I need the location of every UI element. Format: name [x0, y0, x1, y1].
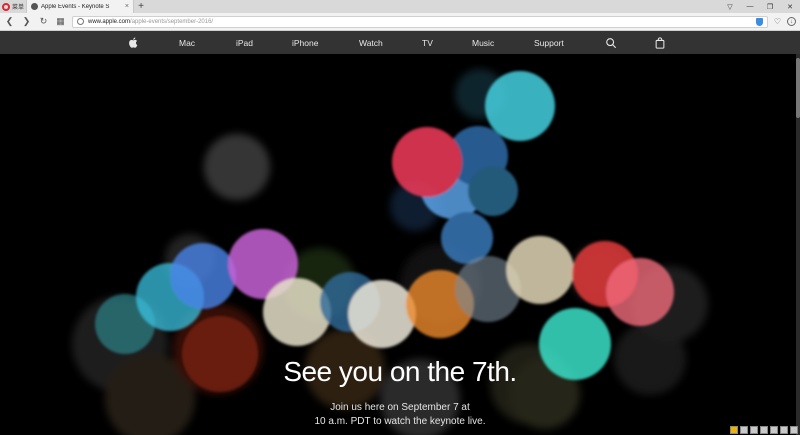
- apple-logo-icon: [129, 37, 138, 48]
- tab-close-icon[interactable]: ×: [125, 3, 129, 10]
- status-icon-7[interactable]: [790, 426, 798, 434]
- status-icon-3[interactable]: [750, 426, 758, 434]
- nav-item-support[interactable]: Support: [534, 31, 564, 54]
- status-icon-4[interactable]: [760, 426, 768, 434]
- maximize-button[interactable]: ❐: [760, 0, 780, 13]
- apple-global-nav: Mac iPad iPhone Watch TV Music Support: [0, 31, 800, 54]
- hero-section: See you on the 7th. Join us here on Sept…: [0, 54, 800, 435]
- apple-logo-link[interactable]: [128, 31, 138, 54]
- nav-item-tv[interactable]: TV: [422, 31, 433, 54]
- forward-arrow-icon[interactable]: ❯: [21, 16, 32, 27]
- search-icon[interactable]: [605, 31, 617, 54]
- hero-headline: See you on the 7th.: [283, 356, 517, 387]
- minimize-button[interactable]: —: [740, 0, 760, 13]
- status-icon-6[interactable]: [780, 426, 788, 434]
- adblock-shield-icon[interactable]: [755, 17, 763, 26]
- url-field[interactable]: www.apple.com/apple-events/september-201…: [72, 15, 768, 28]
- bookmark-heart-icon[interactable]: ♡: [774, 17, 781, 26]
- opera-logo-icon: [2, 2, 10, 11]
- browser-menu-label: 菜单: [12, 5, 25, 11]
- tab-title: Apple Events - Keynote S: [41, 3, 110, 10]
- browser-tab-active[interactable]: Apple Events - Keynote S ×: [26, 0, 134, 13]
- hero-subtext-line-1: Join us here on September 7 at: [330, 402, 470, 413]
- status-bar-icons: [730, 426, 798, 434]
- nav-item-mac[interactable]: Mac: [179, 31, 195, 54]
- browser-tab-strip: 菜单 Apple Events - Keynote S × + ▽ — ❐ ✕: [0, 0, 800, 13]
- scrollbar-thumb[interactable]: [796, 58, 800, 118]
- nav-item-music[interactable]: Music: [472, 31, 494, 54]
- nav-item-watch[interactable]: Watch: [359, 31, 383, 54]
- browser-address-bar: ❮ ❯ ↻ ▦ www.apple.com/apple-events/septe…: [0, 13, 800, 31]
- globe-icon: [77, 18, 84, 25]
- back-arrow-icon[interactable]: ❮: [4, 16, 15, 27]
- hero-subtext-line-2: 10 a.m. PDT to watch the keynote live.: [314, 416, 486, 427]
- nav-item-ipad[interactable]: iPad: [236, 31, 253, 54]
- url-path: /apple-events/september-2016/: [130, 18, 214, 25]
- browser-menu-button[interactable]: 菜单: [0, 0, 26, 13]
- page-scrollbar[interactable]: [796, 54, 800, 435]
- close-window-button[interactable]: ✕: [780, 0, 800, 13]
- nav-item-iphone[interactable]: iPhone: [292, 31, 318, 54]
- reload-icon[interactable]: ↻: [38, 16, 49, 27]
- download-icon[interactable]: ↓: [787, 17, 796, 26]
- new-tab-button[interactable]: +: [134, 0, 148, 13]
- tab-menu-icon[interactable]: ▽: [720, 0, 740, 13]
- status-icon-2[interactable]: [740, 426, 748, 434]
- apple-favicon-icon: [31, 3, 38, 10]
- speed-dial-grid-icon[interactable]: ▦: [55, 16, 66, 27]
- status-icon-5[interactable]: [770, 426, 778, 434]
- status-icon-1[interactable]: [730, 426, 738, 434]
- url-domain: www.apple.com: [88, 18, 131, 25]
- shopping-bag-icon[interactable]: [654, 31, 666, 54]
